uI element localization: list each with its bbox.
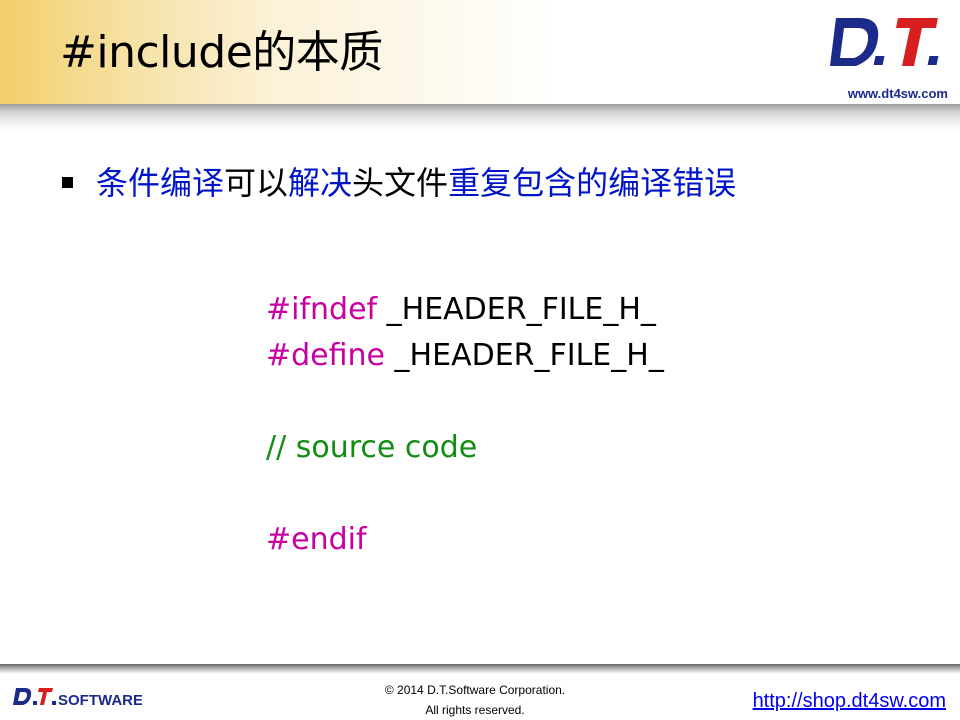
header-shadow: [0, 104, 960, 132]
copyright-notice: © 2014 D.T.Software Corporation. All rig…: [340, 680, 610, 720]
code-text: _HEADER_FILE_H_: [377, 292, 656, 327]
shop-link[interactable]: http://shop.dt4sw.com: [753, 690, 946, 713]
logo-url: www.dt4sw.com: [847, 86, 948, 101]
bullet-seg-2: 可以: [224, 164, 289, 202]
footer-divider: [0, 664, 960, 674]
code-line-define: #define _HEADER_FILE_H_: [266, 336, 664, 376]
code-text: _HEADER_FILE_H_: [385, 338, 664, 373]
code-keyword: #ifndef: [266, 292, 378, 327]
code-line-ifndef: #ifndef _HEADER_FILE_H_: [266, 290, 656, 330]
bullet-seg-3: 解决: [288, 164, 353, 202]
bullet-square-icon: [62, 177, 73, 188]
bullet-seg-1: 条件编译: [96, 164, 225, 202]
bullet-seg-5: 重复包含的编译错误: [448, 164, 737, 202]
svg-text:SOFTWARE: SOFTWARE: [58, 692, 142, 709]
copyright-line-1: © 2014 D.T.Software Corporation.: [384, 683, 566, 697]
copyright-line-2: All rights reserved.: [425, 703, 525, 717]
bullet-seg-4: 头文件: [352, 164, 449, 202]
code-keyword: #endif: [266, 522, 367, 557]
code-line-comment: // source code: [266, 428, 477, 468]
slide-title: #include的本质: [60, 27, 383, 78]
code-line-endif: #endif: [266, 520, 367, 560]
bullet-text: 条件编译可以解决头文件重复包含的编译错误: [96, 160, 736, 206]
footer-logo-icon: SOFTWARE: [13, 688, 142, 709]
code-keyword: #define: [266, 338, 386, 373]
code-comment: // source code: [266, 430, 478, 465]
dt-logo-icon: [830, 18, 939, 66]
